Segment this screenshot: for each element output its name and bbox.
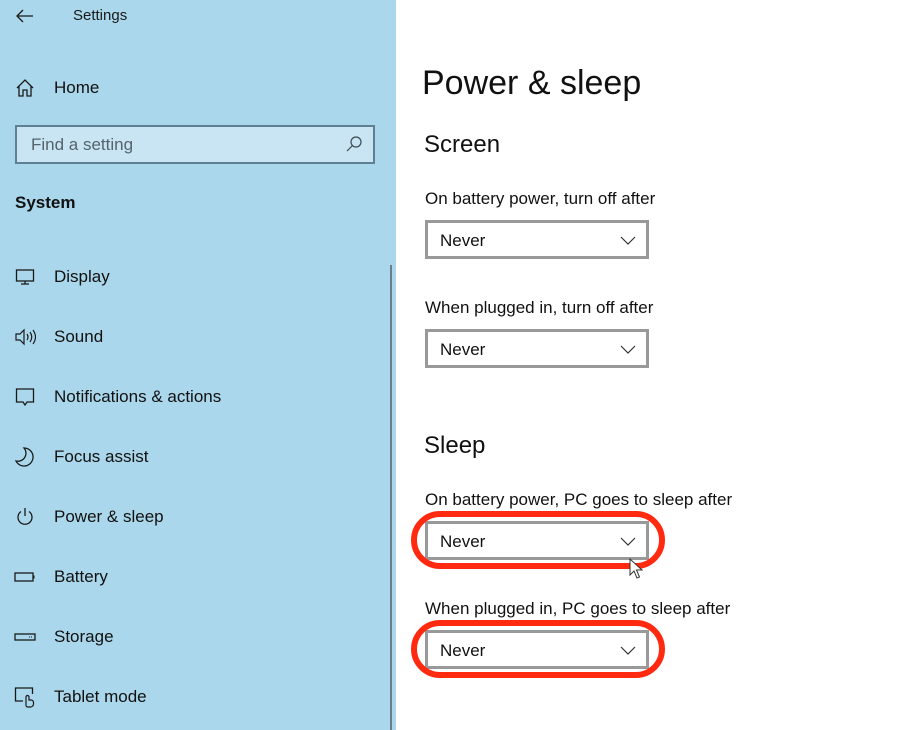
screen-plugged-label: When plugged in, turn off after: [425, 298, 654, 317]
monitor-icon: [14, 266, 36, 288]
section-label-system: System: [15, 193, 76, 212]
sidebar-item-label: Storage: [54, 627, 114, 646]
sidebar-item-notifications[interactable]: Notifications & actions: [0, 375, 388, 419]
search-box[interactable]: [15, 125, 375, 164]
sidebar-item-storage[interactable]: Storage: [0, 615, 388, 659]
mouse-cursor-icon: [629, 558, 643, 579]
sleep-section-title: Sleep: [424, 432, 486, 459]
sleep-plugged-dropdown[interactable]: Never: [425, 630, 649, 669]
dropdown-value: Never: [440, 532, 486, 551]
sidebar: Settings Home System Display Sound Notif…: [0, 0, 396, 730]
dropdown-value: Never: [440, 340, 486, 359]
sidebar-item-label: Notifications & actions: [54, 387, 222, 406]
chevron-down-icon: [620, 345, 636, 354]
back-arrow-icon: [16, 9, 33, 23]
sleep-battery-dropdown[interactable]: Never: [425, 521, 649, 560]
window-title: Settings: [73, 7, 128, 24]
sidebar-item-label: Power & sleep: [54, 507, 164, 526]
screen-battery-dropdown[interactable]: Never: [425, 220, 649, 259]
title-bar: Settings: [0, 0, 396, 34]
chevron-down-icon: [620, 646, 636, 655]
sidebar-item-power-sleep[interactable]: Power & sleep: [0, 495, 388, 539]
notification-icon: [14, 386, 36, 408]
screen-section-title: Screen: [424, 131, 501, 158]
page-title: Power & sleep: [422, 64, 642, 102]
search-icon[interactable]: [345, 135, 363, 153]
sidebar-scrollbar[interactable]: [390, 265, 392, 730]
sidebar-item-tablet-mode[interactable]: Tablet mode: [0, 675, 388, 719]
sidebar-item-display[interactable]: Display: [0, 255, 388, 299]
sidebar-item-label: Focus assist: [54, 447, 149, 466]
main-content: Power & sleep Screen On battery power, t…: [396, 0, 916, 730]
screen-battery-label: On battery power, turn off after: [425, 189, 656, 208]
sidebar-item-label: Battery: [54, 567, 108, 586]
dropdown-value: Never: [440, 231, 486, 250]
chevron-down-icon: [620, 236, 636, 245]
home-icon: [14, 77, 36, 99]
search-input[interactable]: [17, 127, 337, 162]
sidebar-item-label: Home: [54, 78, 100, 97]
sidebar-item-label: Sound: [54, 327, 104, 346]
moon-icon: [14, 446, 36, 468]
chevron-down-icon: [620, 537, 636, 546]
sidebar-item-label: Tablet mode: [54, 687, 147, 706]
screen-plugged-dropdown[interactable]: Never: [425, 329, 649, 368]
power-icon: [14, 506, 36, 528]
sidebar-item-battery[interactable]: Battery: [0, 555, 388, 599]
sidebar-item-label: Display: [54, 267, 110, 286]
sidebar-item-home[interactable]: Home: [0, 70, 390, 106]
sidebar-item-sound[interactable]: Sound: [0, 315, 388, 359]
sleep-battery-label: On battery power, PC goes to sleep after: [425, 490, 733, 509]
speaker-icon: [14, 326, 36, 348]
battery-icon: [14, 566, 36, 588]
back-button[interactable]: [12, 4, 38, 28]
tablet-mode-icon: [14, 686, 36, 708]
storage-icon: [14, 626, 36, 648]
sidebar-item-focus-assist[interactable]: Focus assist: [0, 435, 388, 479]
sleep-plugged-label: When plugged in, PC goes to sleep after: [425, 599, 731, 618]
dropdown-value: Never: [440, 641, 486, 660]
